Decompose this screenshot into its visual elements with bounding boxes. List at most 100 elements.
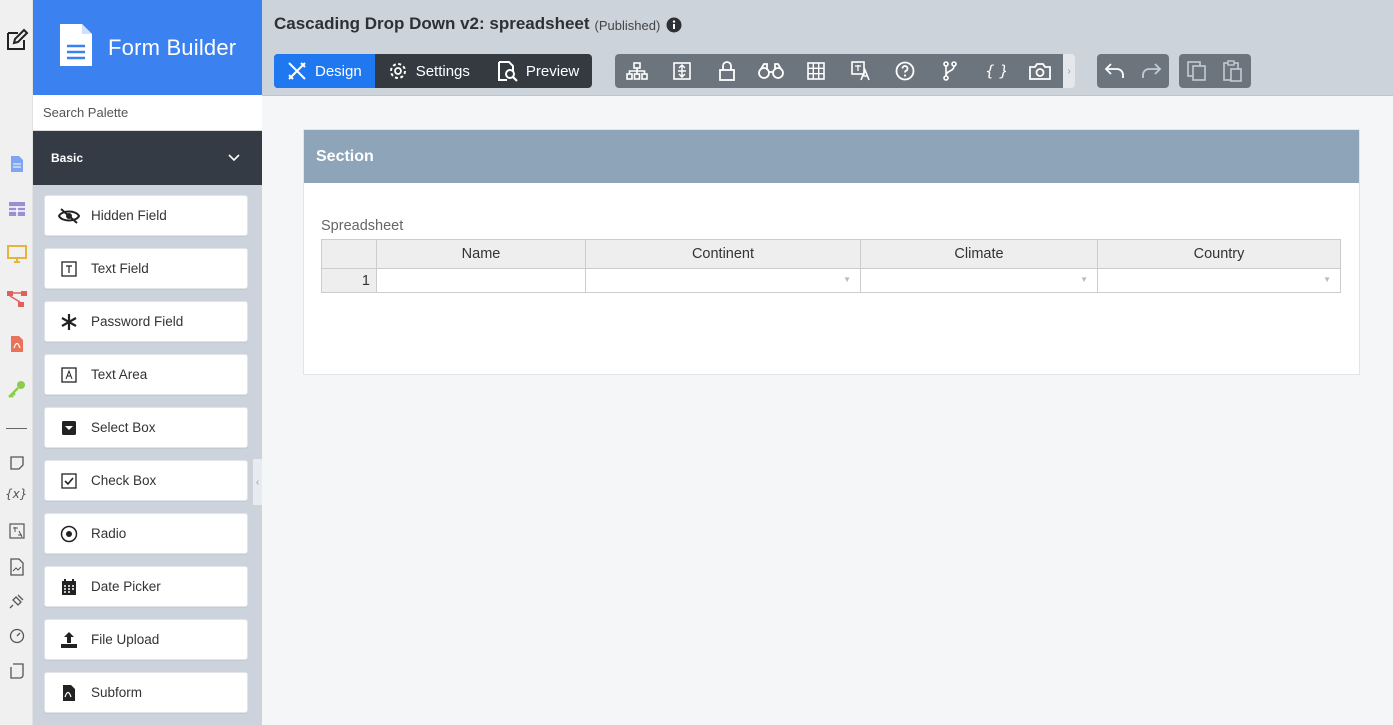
grid-icon[interactable] — [794, 54, 839, 88]
cell-climate-dropdown[interactable]: ▼ — [860, 268, 1098, 293]
text-field-icon — [58, 258, 80, 280]
publish-status: (Published) — [594, 17, 661, 33]
palette-search — [33, 95, 262, 131]
translate-icon[interactable] — [838, 54, 883, 88]
palette-item-password-field[interactable]: Password Field — [44, 301, 248, 342]
text-area-icon — [58, 364, 80, 386]
palette-item-label: Date Picker — [91, 579, 161, 594]
title-row: Cascading Drop Down v2: spreadsheet (Pub… — [274, 14, 682, 34]
palette-item-radio[interactable]: Radio — [44, 513, 248, 554]
row-number: 1 — [321, 268, 377, 293]
document-icon[interactable] — [0, 155, 33, 173]
cell-country-dropdown[interactable]: ▼ — [1097, 268, 1341, 293]
table-icon[interactable] — [0, 201, 33, 217]
binoculars-icon[interactable] — [749, 54, 794, 88]
preview-icon — [496, 60, 518, 82]
palette-item-hidden-field[interactable]: Hidden Field — [44, 195, 248, 236]
form-builder-logo-icon — [58, 22, 94, 73]
radio-icon — [58, 523, 80, 545]
lock-icon[interactable] — [704, 54, 749, 88]
tab-settings[interactable]: Settings — [375, 54, 483, 88]
branch-icon[interactable] — [928, 54, 973, 88]
palette-item-select-box[interactable]: Select Box — [44, 407, 248, 448]
spreadsheet-header-row: Name Continent Climate Country — [321, 239, 1341, 269]
palette-item-label: Select Box — [91, 420, 156, 435]
palette-group-basic[interactable]: Basic — [33, 131, 262, 185]
palette-item-label: Text Field — [91, 261, 149, 276]
undo-icon[interactable] — [1097, 54, 1133, 88]
subform-icon — [58, 682, 80, 704]
gauge-icon[interactable] — [0, 628, 33, 644]
svg-text:{ }: { } — [985, 62, 1006, 80]
file-chart-icon[interactable] — [0, 558, 33, 576]
rail-divider — [6, 428, 27, 429]
form-canvas: Section Spreadsheet Name Continent Clima… — [269, 97, 1393, 725]
note-icon[interactable] — [0, 455, 33, 471]
palette-item-label: File Upload — [91, 632, 160, 647]
info-icon[interactable] — [666, 17, 682, 33]
component-palette: Form Builder Basic Hidden Field Text Fie… — [33, 0, 262, 725]
dropdown-arrow-icon: ▼ — [1323, 275, 1331, 284]
palette-item-subform[interactable]: Subform — [44, 672, 248, 713]
table-row: 1 ▼ ▼ ▼ — [321, 268, 1341, 293]
tab-design[interactable]: Design — [274, 54, 375, 88]
tab-label: Preview — [525, 62, 580, 80]
palette-item-label: Check Box — [91, 473, 157, 488]
key-icon[interactable] — [0, 380, 33, 398]
group-label: Basic — [51, 151, 84, 165]
align-icon[interactable] — [660, 54, 705, 88]
palette-item-label: Text Area — [91, 367, 148, 382]
eye-slash-icon — [58, 205, 80, 227]
paste-icon[interactable] — [1215, 54, 1251, 88]
palette-item-label: Hidden Field — [91, 208, 167, 223]
toolbar-more-arrow[interactable]: › — [1063, 54, 1075, 88]
asterisk-icon — [58, 311, 80, 333]
svg-text:{x}: {x} — [5, 487, 27, 501]
variables-icon[interactable]: {x} — [0, 487, 33, 501]
cell-continent-dropdown[interactable]: ▼ — [585, 268, 861, 293]
script-icon[interactable] — [0, 663, 33, 679]
palette-item-label: Subform — [91, 685, 143, 700]
palette-item-date-picker[interactable]: Date Picker — [44, 566, 248, 607]
tab-preview[interactable]: Preview — [483, 54, 592, 88]
cell-name[interactable] — [376, 268, 586, 293]
palette-item-file-upload[interactable]: File Upload — [44, 619, 248, 660]
palette-item-check-box[interactable]: Check Box — [44, 460, 248, 501]
camera-icon[interactable] — [1017, 54, 1062, 88]
workflow-icon[interactable] — [0, 290, 33, 308]
check-box-icon — [58, 470, 80, 492]
app-rail: {x} — [0, 0, 33, 725]
palette-item-label: Password Field — [91, 314, 184, 329]
column-header-climate[interactable]: Climate — [860, 239, 1098, 269]
collapse-palette-handle[interactable]: ‹ — [252, 459, 262, 505]
pdf-icon[interactable] — [0, 335, 33, 353]
translate-icon[interactable] — [0, 523, 33, 539]
braces-icon[interactable]: { } — [973, 54, 1018, 88]
redo-icon[interactable] — [1133, 54, 1169, 88]
column-header-continent[interactable]: Continent — [585, 239, 861, 269]
palette-item-text-area[interactable]: Text Area — [44, 354, 248, 395]
section-header[interactable]: Section — [304, 130, 1359, 183]
gear-icon — [388, 61, 408, 81]
copy-icon[interactable] — [1179, 54, 1215, 88]
help-icon[interactable] — [883, 54, 928, 88]
hierarchy-icon[interactable] — [615, 54, 660, 88]
palette-item-text-field[interactable]: Text Field — [44, 248, 248, 289]
column-header-name[interactable]: Name — [376, 239, 586, 269]
search-palette-input[interactable] — [33, 95, 262, 130]
app-title: Form Builder — [108, 34, 237, 60]
clipboard-group — [1179, 54, 1251, 88]
monitor-icon[interactable] — [0, 245, 33, 263]
column-header-country[interactable]: Country — [1097, 239, 1341, 269]
dropdown-arrow-icon: ▼ — [1080, 275, 1088, 284]
history-group — [1097, 54, 1169, 88]
upload-icon — [58, 629, 80, 651]
row-number-header — [321, 239, 377, 269]
tab-label: Settings — [415, 62, 470, 80]
plug-icon[interactable] — [0, 593, 33, 609]
tab-label: Design — [315, 62, 362, 80]
mode-switcher: Design Settings Preview — [274, 54, 593, 88]
spreadsheet-grid[interactable]: Name Continent Climate Country 1 ▼ ▼ ▼ — [321, 239, 1341, 293]
edit-form-icon[interactable] — [0, 28, 33, 52]
form-section[interactable]: Section Spreadsheet Name Continent Clima… — [303, 129, 1360, 375]
